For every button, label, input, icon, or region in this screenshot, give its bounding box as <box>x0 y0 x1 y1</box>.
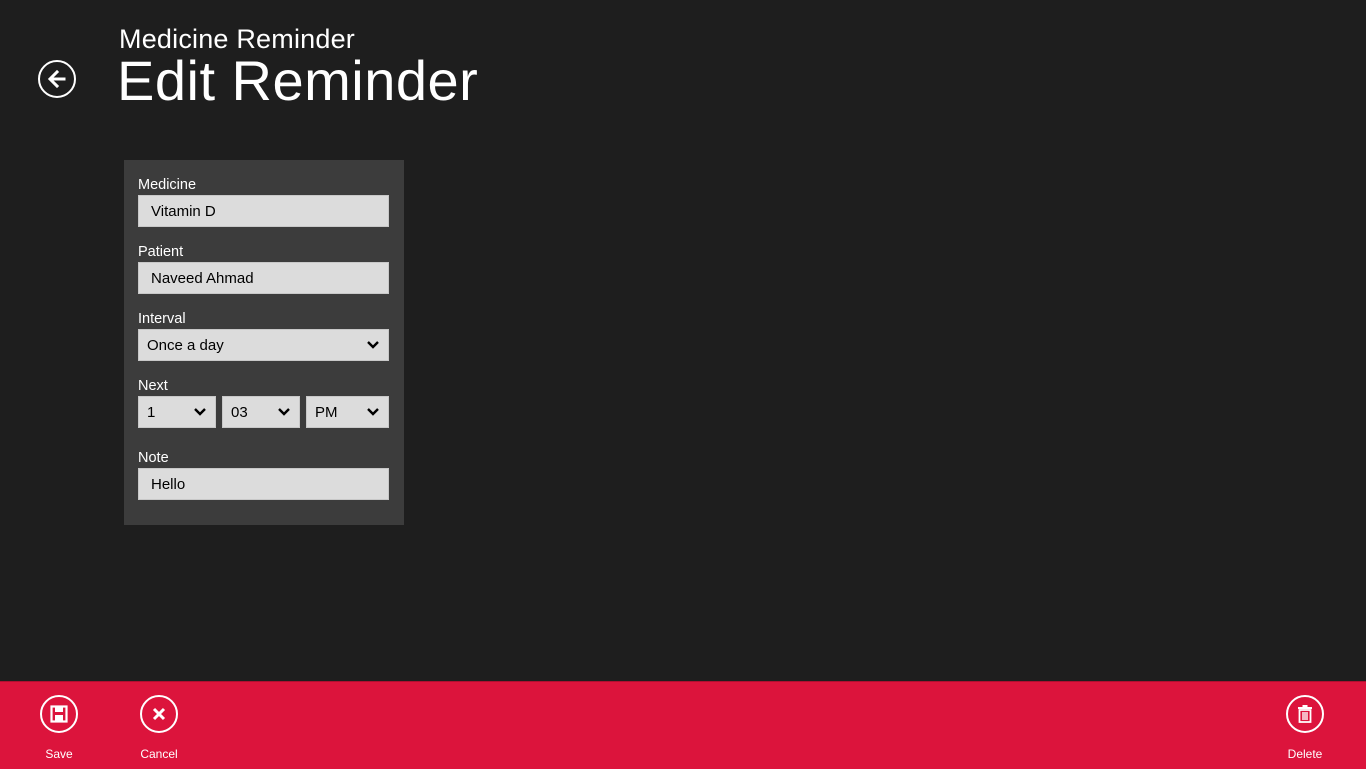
note-input[interactable] <box>138 468 389 500</box>
chevron-down-icon <box>278 408 290 416</box>
next-hour-select[interactable]: 1 <box>138 396 216 428</box>
interval-select[interactable]: Once a day <box>138 329 389 361</box>
cancel-label: Cancel <box>140 747 178 761</box>
reminder-form-panel: Medicine Patient Interval Once a day Nex… <box>124 160 404 525</box>
next-ampm-select[interactable]: PM <box>306 396 389 428</box>
next-minute-select[interactable]: 03 <box>222 396 300 428</box>
save-label: Save <box>45 747 73 761</box>
interval-selected-value: Once a day <box>147 336 224 354</box>
delete-label: Delete <box>1287 747 1323 761</box>
note-label: Note <box>138 450 169 466</box>
patient-label: Patient <box>138 244 184 260</box>
chevron-down-icon <box>367 408 379 416</box>
patient-input[interactable] <box>138 262 389 294</box>
back-arrow-icon <box>47 69 66 89</box>
app-bar: Save Cancel Delete <box>0 681 1366 769</box>
medicine-label: Medicine <box>138 177 197 193</box>
page-title: Edit Reminder <box>117 49 479 112</box>
save-icon <box>50 705 68 723</box>
next-ampm-value: PM <box>315 403 338 421</box>
chevron-down-icon <box>367 341 379 349</box>
next-hour-value: 1 <box>147 403 156 421</box>
delete-button[interactable]: Delete <box>1265 695 1345 761</box>
cancel-icon <box>152 707 166 721</box>
next-label: Next <box>138 378 168 394</box>
cancel-button[interactable]: Cancel <box>119 695 199 761</box>
save-button[interactable]: Save <box>19 695 99 761</box>
chevron-down-icon <box>194 408 206 416</box>
back-button[interactable] <box>38 60 76 98</box>
cancel-button-circle <box>140 695 178 733</box>
trash-icon <box>1298 705 1312 723</box>
interval-label: Interval <box>138 311 186 327</box>
delete-button-circle <box>1286 695 1324 733</box>
medicine-input[interactable] <box>138 195 389 227</box>
next-minute-value: 03 <box>231 403 248 421</box>
save-button-circle <box>40 695 78 733</box>
